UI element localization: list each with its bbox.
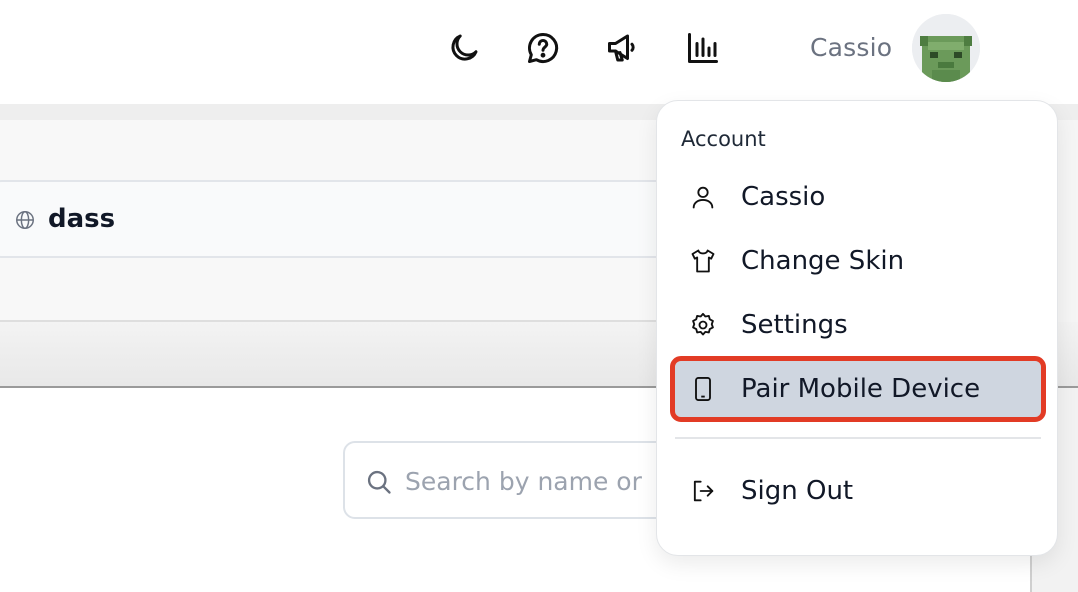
menu-item-label: Pair Mobile Device [741,374,981,404]
menu-item-label: Change Skin [741,246,905,276]
search-icon [367,470,391,494]
help-icon[interactable] [523,28,563,68]
user-icon [689,183,717,211]
sign-out-icon [689,477,717,505]
menu-header: Account [681,127,766,151]
globe-icon [16,211,34,229]
menu-item-sign-out[interactable]: Sign Out [675,461,1041,521]
username[interactable]: Cassio [810,33,892,62]
shirt-icon [689,247,717,275]
menu-item-pair-mobile-device[interactable]: Pair Mobile Device [670,356,1046,422]
top-bar: Cassio [0,0,1078,104]
name-card[interactable]: dass [0,180,678,258]
gear-icon [689,311,717,339]
moon-icon[interactable] [444,28,484,68]
name-value: dass [48,204,116,234]
menu-item-settings[interactable]: Settings [675,295,1041,355]
phone-icon [689,375,717,403]
account-dropdown-menu: Account Cassio Change Skin Settings Pair… [656,100,1058,556]
avatar[interactable] [912,14,980,82]
menu-item-profile[interactable]: Cassio [675,167,1041,227]
menu-item-label: Sign Out [741,476,854,506]
megaphone-icon[interactable] [603,28,643,68]
bar-chart-icon[interactable] [683,28,723,68]
menu-divider [675,437,1041,439]
menu-item-label: Settings [741,310,848,340]
search-placeholder: Search by name or [405,467,642,496]
menu-item-label: Cassio [741,182,826,212]
pixel-avatar-icon [912,14,980,82]
menu-item-change-skin[interactable]: Change Skin [675,231,1041,291]
